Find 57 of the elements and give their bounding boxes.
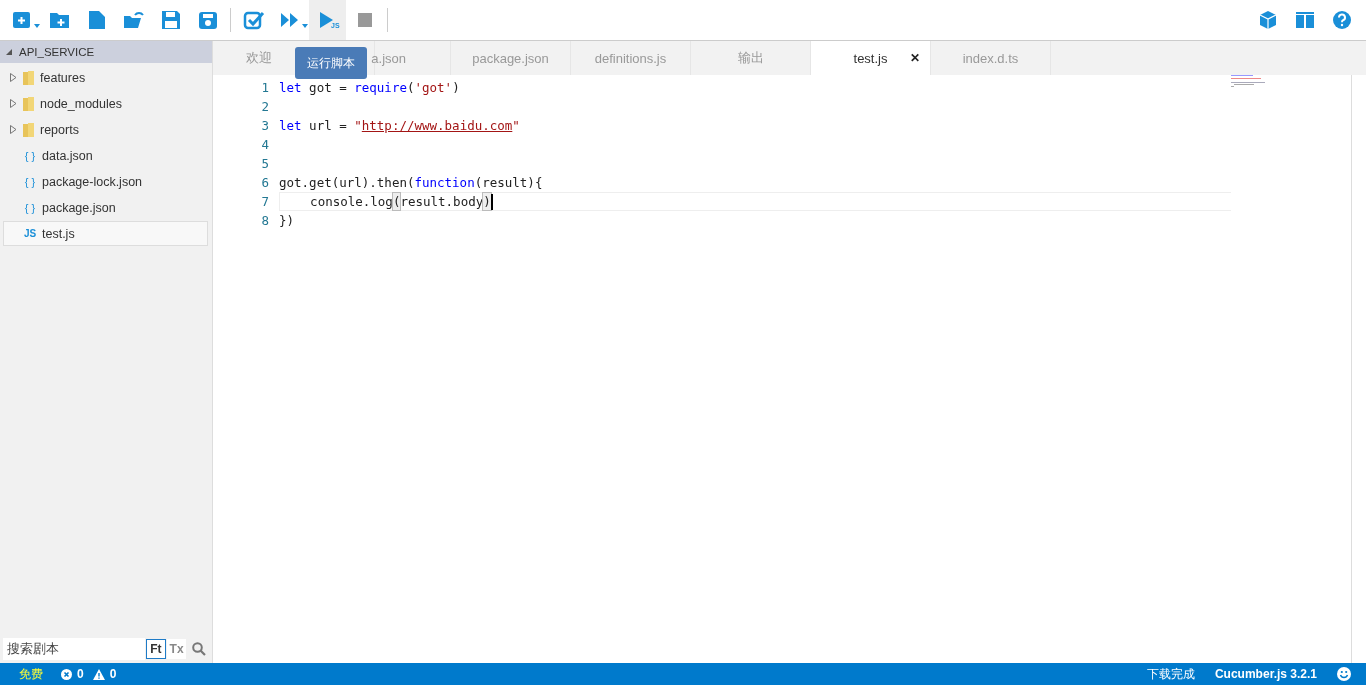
- line-number: 6: [260, 175, 270, 190]
- plan-label: 免费: [19, 665, 43, 683]
- project-title[interactable]: API_SERVICE: [19, 46, 95, 58]
- search-mode-toggle[interactable]: Ft: [146, 639, 166, 659]
- tree-item[interactable]: { } package.json: [3, 195, 208, 220]
- new-folder-icon: [48, 10, 71, 30]
- json-file-icon: { }: [22, 149, 38, 162]
- js-file-icon: JS: [22, 228, 38, 239]
- minimap-drawing: [1231, 75, 1267, 89]
- line-number: 7: [260, 194, 270, 209]
- code-line: got.get(url).then(function(result){: [279, 174, 543, 191]
- code-line: }): [279, 212, 295, 229]
- line-number: 2: [260, 99, 270, 114]
- tooltip: 运行脚本: [295, 47, 367, 79]
- folder-icon: [22, 69, 36, 86]
- layout-icon: [1294, 10, 1315, 30]
- expand-arrow-icon[interactable]: [9, 125, 17, 134]
- status-message: 下载完成: [1146, 665, 1195, 683]
- tree-item[interactable]: features: [3, 65, 208, 90]
- warning-icon: [92, 668, 105, 680]
- save-all-icon: [196, 10, 219, 30]
- expand-arrow-icon[interactable]: [9, 73, 17, 82]
- line-number: 8: [260, 213, 270, 228]
- search-icon: [192, 642, 207, 656]
- tree-item[interactable]: node_modules: [3, 91, 208, 116]
- close-icon[interactable]: ✕: [910, 51, 920, 65]
- help-icon: [1331, 10, 1352, 30]
- tree-item[interactable]: { } data.json: [3, 143, 208, 168]
- tree-item[interactable]: JS test.js: [3, 221, 208, 246]
- error-icon: [61, 668, 72, 680]
- line-number: 3: [260, 118, 270, 133]
- folder-icon: [22, 95, 36, 112]
- version-label: Cucumber.js 3.2.1: [1214, 667, 1317, 681]
- editor-tab[interactable]: test.js ✕: [811, 41, 931, 75]
- expand-arrow-icon[interactable]: [9, 99, 17, 108]
- search-field[interactable]: 搜索剧本: [3, 638, 145, 660]
- collapse-arrow-icon[interactable]: [6, 49, 12, 55]
- cube-icon: [1257, 10, 1278, 30]
- json-file-icon: { }: [22, 201, 38, 214]
- checkbox-icon: [242, 10, 265, 30]
- line-number: 4: [260, 137, 270, 152]
- save-icon: [159, 10, 182, 30]
- warning-count: 0: [109, 667, 117, 681]
- code-line: let got = require('got'): [279, 79, 460, 96]
- tree-item[interactable]: reports: [3, 117, 208, 142]
- error-count: 0: [77, 667, 84, 681]
- search-mode-toggle[interactable]: Tx: [166, 639, 187, 659]
- caret-icon[interactable]: [34, 24, 40, 28]
- line-number: 5: [260, 156, 270, 171]
- tree-item[interactable]: { } package-lock.json: [3, 169, 208, 194]
- smiley-icon[interactable]: [1337, 667, 1351, 681]
- caret-icon[interactable]: [302, 24, 308, 28]
- folder-icon: [22, 121, 36, 138]
- code-line: let url = "http://www.baidu.com": [279, 117, 520, 134]
- json-file-icon: { }: [22, 175, 38, 188]
- open-folder-icon: [122, 10, 145, 30]
- line-number: 1: [260, 80, 270, 95]
